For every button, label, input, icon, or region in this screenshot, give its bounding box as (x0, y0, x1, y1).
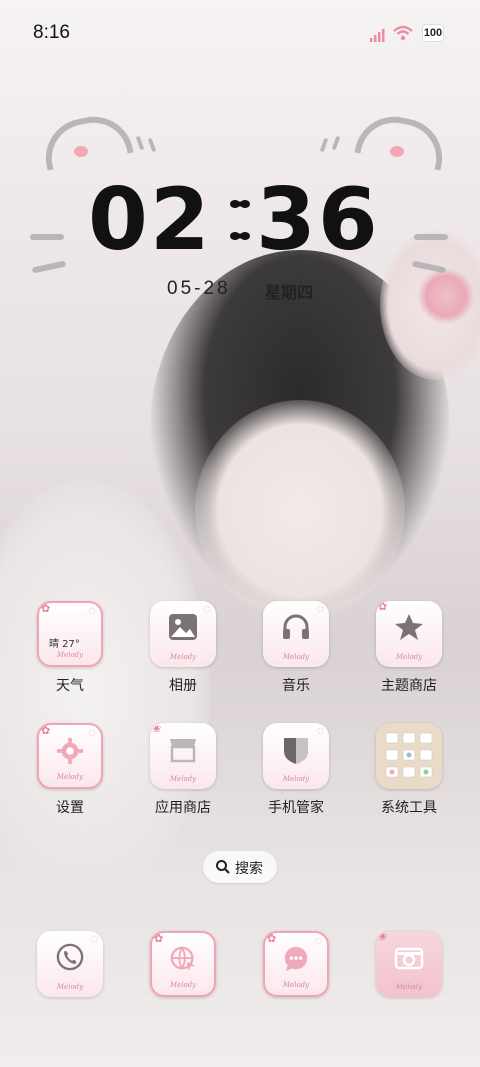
dock-camera[interactable]: ❀ Melody (363, 931, 455, 997)
sparkle-icon: ✦ (89, 933, 99, 946)
app-system-tools[interactable]: 系统工具 (363, 723, 455, 817)
sparkle-icon: ✦ (313, 935, 323, 948)
battery-level: 100 (423, 27, 443, 39)
globe-glyph (170, 946, 196, 972)
cat-ear-right (354, 109, 450, 171)
melody-logo: Melody (56, 983, 84, 991)
store-glyph (170, 739, 196, 763)
wallpaper-flower (418, 268, 474, 324)
bow-icon: ✿ (378, 601, 388, 613)
clock-widget[interactable]: 02 36 (88, 170, 398, 270)
whisker (31, 260, 67, 274)
whisker (30, 234, 64, 240)
star-icon: ✿ Melody (376, 601, 442, 667)
app-settings[interactable]: ✿ ✦ Melody 设置 (24, 723, 116, 817)
bow-icon: ✿ (41, 602, 51, 615)
melody-logo: Melody (169, 775, 197, 783)
melody-logo: Melody (56, 651, 84, 659)
signal-icon (370, 29, 385, 42)
app-label: 系统工具 (381, 800, 437, 816)
phone-glyph (56, 943, 84, 971)
camera-glyph (394, 947, 424, 970)
sparkle-icon: ✦ (315, 725, 325, 738)
image-glyph (169, 614, 197, 640)
gallery-icon: ✦ Melody (150, 601, 216, 667)
clock-hours: 02 (88, 170, 212, 270)
ear-tick (331, 135, 341, 151)
search-icon (216, 860, 230, 874)
app-music[interactable]: ✦ Melody 音乐 (250, 601, 342, 695)
headphones-glyph (283, 614, 309, 639)
app-gallery[interactable]: ✦ Melody 相册 (137, 601, 229, 695)
wallpaper-face (195, 400, 405, 620)
cherry-icon: ❀ (152, 723, 162, 735)
headphones-icon: ✦ Melody (263, 601, 329, 667)
shield-icon: ✦ Melody (263, 723, 329, 789)
app-label: 应用商店 (155, 800, 211, 816)
message-icon: ✿ ✦ Melody (263, 931, 329, 997)
clock-weekday: 星期四 (265, 283, 314, 302)
sparkle-icon: ✦ (87, 605, 97, 618)
ear-tick (135, 135, 145, 151)
melody-logo: Melody (169, 981, 197, 989)
sparkle-icon: ✦ (315, 603, 325, 616)
melody-logo: Melody (282, 775, 310, 783)
status-time: 8:16 (33, 22, 70, 43)
status-bar: 8:16 100 (0, 0, 480, 68)
ear-tick (319, 137, 329, 153)
home-screen: 8:16 100 02 36 05-28 星期四 ✿ ✦ 晴 27° Melod… (0, 0, 480, 1067)
app-label: 主题商店 (381, 678, 437, 694)
sparkle-icon: ✦ (202, 603, 212, 616)
folder-icon (376, 723, 442, 789)
whisker (414, 234, 448, 240)
melody-logo: Melody (169, 653, 197, 661)
sparkle-icon: ✦ (87, 727, 97, 740)
star-glyph (395, 614, 423, 640)
melody-logo: Melody (395, 983, 423, 991)
app-label: 相册 (169, 678, 197, 694)
melody-logo: Melody (282, 653, 310, 661)
chat-glyph (284, 946, 308, 972)
clock-date: 05-28 (167, 278, 231, 299)
gear-icon: ✿ ✦ Melody (37, 723, 103, 789)
melody-logo: Melody (395, 653, 423, 661)
folder-grid (385, 732, 433, 778)
bow-icon: ✿ (267, 932, 277, 945)
weather-icon: ✿ ✦ 晴 27° Melody (37, 601, 103, 667)
melody-logo: Melody (56, 773, 84, 781)
battery-icon: 100 (422, 24, 444, 42)
blush-right (390, 146, 404, 157)
app-app-store[interactable]: ❀ Melody 应用商店 (137, 723, 229, 817)
ear-tick (147, 137, 157, 153)
shield-glyph (284, 738, 308, 764)
cherry-icon: ❀ (378, 931, 388, 943)
app-label: 音乐 (282, 678, 310, 694)
bow-icon: ✿ (154, 932, 164, 945)
app-label: 天气 (56, 678, 84, 694)
clock-colon-bows (230, 200, 250, 240)
weather-summary: 晴 27° (49, 639, 80, 650)
bow-icon: ✿ (41, 724, 51, 737)
app-weather[interactable]: ✿ ✦ 晴 27° Melody 天气 (24, 601, 116, 695)
cat-ear-left (38, 109, 134, 171)
store-icon: ❀ Melody (150, 723, 216, 789)
wifi-icon (393, 25, 413, 41)
dock-messages[interactable]: ✿ ✦ Melody (250, 931, 342, 997)
browser-icon: ✿ Melody (150, 931, 216, 997)
app-label: 手机管家 (268, 800, 324, 816)
clock-minutes: 36 (256, 170, 380, 270)
melody-logo: Melody (282, 981, 310, 989)
dock-browser[interactable]: ✿ Melody (137, 931, 229, 997)
search-button[interactable]: 搜索 (203, 851, 277, 883)
camera-icon: ❀ Melody (376, 931, 442, 997)
dock-phone[interactable]: ✦ Melody (24, 931, 116, 997)
app-label: 设置 (56, 800, 84, 816)
app-theme-store[interactable]: ✿ Melody 主题商店 (363, 601, 455, 695)
blush-left (74, 146, 88, 157)
search-label: 搜索 (235, 861, 263, 877)
gear-glyph (56, 737, 84, 765)
phone-icon: ✦ Melody (37, 931, 103, 997)
app-phone-manager[interactable]: ✦ Melody 手机管家 (250, 723, 342, 817)
